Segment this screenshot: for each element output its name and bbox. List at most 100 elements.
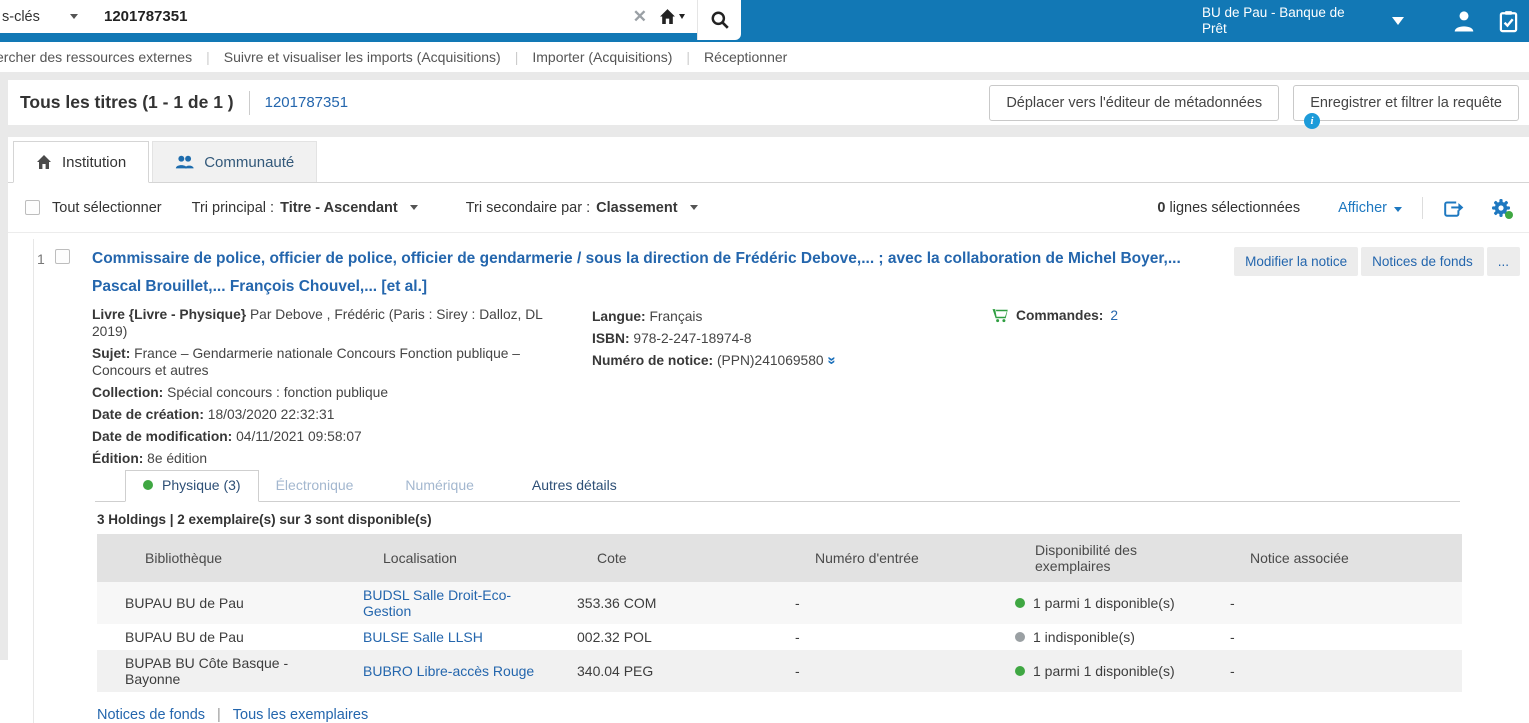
holdings-table: Bibliothèque Localisation Cote Numéro d'…	[97, 534, 1462, 692]
secondary-sort-dropdown[interactable]: Tri secondaire par : Classement	[466, 200, 698, 216]
select-all-label: Tout sélectionner	[52, 200, 162, 216]
chevron-down-icon	[679, 14, 685, 19]
clear-search-icon[interactable]: ✕	[633, 7, 647, 27]
row-checkbox[interactable]	[55, 249, 70, 264]
tab-electronic[interactable]: Électronique	[259, 471, 371, 501]
availability-dot-icon	[1015, 598, 1025, 608]
chevron-down-icon	[70, 14, 78, 19]
primary-sort-dropdown[interactable]: Tri principal : Titre - Ascendant	[192, 200, 418, 216]
tab-community[interactable]: Communauté	[152, 141, 317, 182]
record-title-link[interactable]: Commissaire de police, officier de polic…	[92, 245, 1197, 301]
nav-item-external-resources[interactable]: ercher des ressources externes	[0, 49, 192, 65]
availability-dot-icon	[1015, 632, 1025, 642]
more-actions-button[interactable]: ...	[1487, 247, 1520, 276]
toolbar-right: 0 lignes sélectionnées Afficher	[1157, 197, 1511, 219]
tab-other-details[interactable]: Autres détails	[515, 471, 634, 501]
quick-links-nav: ercher des ressources externes | Suivre …	[0, 42, 1529, 72]
details-middle-column: Langue: Français ISBN: 978-2-247-18974-8…	[592, 308, 1002, 374]
location-link[interactable]: BUDSL Salle Droit-Eco-Gestion	[363, 587, 511, 619]
settings-button[interactable]	[1491, 198, 1511, 218]
search-scope-dropdown[interactable]: s-clés	[0, 9, 90, 25]
nav-item-import[interactable]: Importer (Acquisitions)	[532, 49, 672, 65]
tab-label: Numérique	[405, 477, 473, 493]
primary-sort-value: Titre - Ascendant	[280, 200, 398, 216]
details-right-column: Commandes: 2	[992, 308, 1118, 323]
table-row: BUPAU BU de Pau BULSE Salle LLSH 002.32 …	[97, 624, 1462, 650]
query-link[interactable]: 1201787351	[265, 94, 348, 111]
availability-dot-icon	[1015, 666, 1025, 676]
clipboard-check-icon	[1498, 10, 1519, 33]
tab-label: Communauté	[204, 154, 294, 171]
tasks-menu-button[interactable]	[1498, 10, 1519, 33]
availability-text: 1 parmi 1 disponible(s)	[1033, 595, 1175, 611]
tab-digital[interactable]: Numérique	[388, 471, 490, 501]
push-to-metadata-editor-button[interactable]: Déplacer vers l'éditeur de métadonnées	[989, 85, 1279, 121]
field-value: 18/03/2020 22:32:31	[204, 407, 334, 422]
availability-text: 1 indisponible(s)	[1033, 629, 1135, 645]
field-value: Français	[646, 309, 703, 324]
record-footer-links: Notices de fonds | Tous les exemplaires	[97, 707, 1529, 723]
entry-number-cell: -	[767, 650, 987, 692]
search-input[interactable]	[90, 8, 629, 25]
display-label: Afficher	[1338, 200, 1387, 216]
tab-label: Électronique	[276, 477, 354, 493]
secondary-sort-value: Classement	[596, 200, 677, 216]
col-location: Localisation	[335, 534, 549, 582]
tab-physical[interactable]: Physique (3)	[125, 470, 259, 502]
holdings-button[interactable]: Notices de fonds	[1361, 247, 1484, 276]
info-icon[interactable]: i	[1304, 113, 1320, 129]
expand-chevrons-icon[interactable]: »	[823, 356, 840, 364]
edit-record-button[interactable]: Modifier la notice	[1234, 247, 1358, 276]
all-items-link[interactable]: Tous les exemplaires	[233, 707, 368, 723]
search-profile-home[interactable]	[659, 8, 685, 25]
entry-number-cell: -	[767, 624, 987, 650]
col-entry-number: Numéro d'entrée	[767, 534, 987, 582]
field-label: Sujet:	[92, 346, 130, 361]
col-related-record: Notice associée	[1202, 534, 1462, 582]
selected-count: 0	[1157, 200, 1165, 216]
related-record-cell: -	[1202, 624, 1462, 650]
search-scope-label: s-clés	[2, 9, 40, 25]
nav-item-monitor-imports[interactable]: Suivre et visualiser les imports (Acquis…	[224, 49, 501, 65]
call-number-cell: 002.32 POL	[549, 624, 767, 650]
field-label: Date de création:	[92, 407, 204, 422]
user-menu-button[interactable]	[1452, 9, 1476, 33]
related-record-cell: -	[1202, 650, 1462, 692]
chevron-down-icon	[410, 205, 418, 210]
export-icon	[1443, 198, 1465, 218]
location-link[interactable]: BUBRO Libre-accès Rouge	[363, 663, 534, 679]
selected-count-suffix: lignes sélectionnées	[1165, 200, 1300, 216]
material-type-label: Livre {Livre - Physique}	[92, 307, 246, 322]
nav-separator: |	[206, 49, 210, 65]
holdings-summary: 3 Holdings | 2 exemplaire(s) sur 3 sont …	[97, 512, 1529, 527]
field-value: 8e édition	[143, 451, 207, 466]
holdings-link[interactable]: Notices de fonds	[97, 707, 205, 723]
row-index: 1	[37, 251, 45, 267]
save-and-filter-query-button[interactable]: Enregistrer et filtrer la requête	[1293, 85, 1519, 121]
divider	[249, 91, 250, 115]
account-chevron-down-icon[interactable]	[1392, 17, 1404, 25]
list-toolbar: Tout sélectionner Tri principal : Titre …	[8, 183, 1529, 232]
language-field: Langue: Français	[592, 308, 1002, 325]
search-button[interactable]	[697, 0, 741, 40]
tab-institution[interactable]: Institution	[13, 141, 149, 183]
select-all-checkbox[interactable]	[25, 200, 40, 215]
call-number-cell: 353.36 COM	[549, 582, 767, 624]
orders-label: Commandes:	[1016, 308, 1103, 323]
export-button[interactable]	[1443, 198, 1465, 218]
display-dropdown[interactable]: Afficher	[1338, 200, 1402, 216]
nav-item-receive[interactable]: Réceptionner	[704, 49, 787, 65]
field-label: Collection:	[92, 385, 163, 400]
search-icon	[710, 10, 730, 30]
edition-field: Édition: 8e édition	[92, 450, 544, 467]
tab-label: Physique (3)	[162, 477, 241, 493]
cart-icon	[992, 308, 1009, 323]
current-location-label[interactable]: BU de Pau - Banque de Prêt	[1202, 5, 1370, 37]
results-list: 1 Commissaire de police, officier de pol…	[8, 232, 1529, 723]
primary-sort-label: Tri principal :	[192, 200, 274, 216]
orders-count-link[interactable]: 2	[1110, 308, 1118, 323]
location-link[interactable]: BULSE Salle LLSH	[363, 629, 483, 645]
modification-date-field: Date de modification: 04/11/2021 09:58:0…	[92, 428, 544, 445]
page-background: Tous les titres (1 - 1 de 1 ) 1201787351…	[0, 72, 1529, 660]
divider	[1422, 197, 1423, 219]
